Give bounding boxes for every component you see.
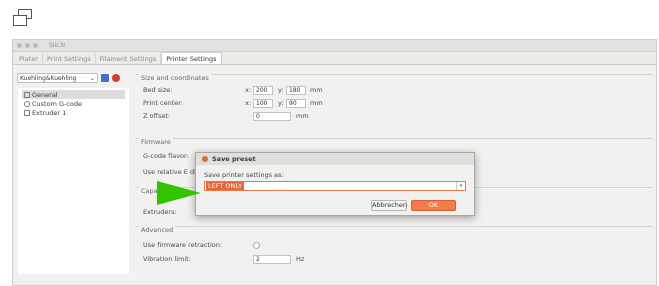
firmware-retraction-label: Use firmware retraction: <box>143 241 223 249</box>
save-preset-dialog: Save preset Save printer settings as: LE… <box>195 152 475 216</box>
center-unit: mm <box>310 99 323 107</box>
bed-y-label: y: <box>278 86 284 94</box>
extruders-label: Extruders: <box>143 208 177 216</box>
close-dialog-icon[interactable] <box>202 156 208 162</box>
preset-row: Kuehling&Kuehling ⌄ <box>15 69 132 87</box>
print-center-label: Print center: <box>143 99 184 107</box>
group-title: Advanced <box>139 226 176 234</box>
vibration-unit: Hz <box>296 255 305 263</box>
dialog-title-bar: Save preset <box>196 153 474 165</box>
z-offset-label: Z offset: <box>143 112 171 120</box>
tree-item-label: Extruder 1 <box>32 108 67 117</box>
tree-item-custom-gcode[interactable]: Custom G-code <box>22 99 125 108</box>
window-title: Slic3r <box>49 42 66 49</box>
tree-item-label: General <box>32 90 58 99</box>
dialog-prompt: Save printer settings as: <box>204 171 284 179</box>
gcode-flavor-label: G-code flavor: <box>143 152 189 160</box>
save-preset-icon[interactable] <box>101 74 109 82</box>
preset-name-value[interactable]: LEFT ONLY <box>206 182 245 190</box>
close-window-icon[interactable] <box>17 43 22 48</box>
tab-plater[interactable]: Plater <box>15 53 43 64</box>
vibration-limit-input[interactable]: 2 <box>253 255 291 264</box>
tree-item-label: Custom G-code <box>32 99 83 108</box>
center-y-input[interactable]: 90 <box>286 99 306 108</box>
bed-x-input[interactable]: 200 <box>253 86 273 95</box>
ok-button[interactable]: OK <box>411 200 456 211</box>
window-switch-icon[interactable] <box>12 8 34 28</box>
tab-print-settings[interactable]: Print Settings <box>43 53 96 64</box>
tab-printer-settings[interactable]: Printer Settings <box>161 52 222 64</box>
bed-x-label: x: <box>245 86 252 94</box>
tab-bar: Plater Print Settings Filament Settings … <box>13 52 656 65</box>
vibration-limit-label: Vibration limit: <box>143 255 191 263</box>
arrow-pointer-icon <box>157 181 201 205</box>
bed-size-label: Bed size: <box>143 86 173 94</box>
delete-preset-icon[interactable] <box>112 74 120 82</box>
cog-icon <box>24 100 30 107</box>
group-title: Size and coordinates <box>139 74 211 82</box>
z-offset-unit: mm <box>296 112 309 120</box>
window-front-shape <box>13 15 27 26</box>
bed-y-input[interactable]: 180 <box>286 86 306 95</box>
funnel-icon <box>24 109 30 116</box>
tree-item-extruder[interactable]: Extruder 1 <box>22 108 125 117</box>
cancel-button[interactable]: Abbrechen <box>371 200 407 211</box>
bed-unit: mm <box>310 86 323 94</box>
dialog-title: Save preset <box>212 155 256 163</box>
preset-select-value: Kuehling&Kuehling <box>20 74 77 82</box>
settings-tree: General Custom G-code Extruder 1 <box>18 88 129 274</box>
center-y-label: y: <box>278 99 284 107</box>
center-x-input[interactable]: 100 <box>253 99 273 108</box>
tree-item-general[interactable]: General <box>22 90 125 99</box>
sidebar: Kuehling&Kuehling ⌄ General Custom G-cod… <box>15 69 132 285</box>
tab-filament-settings[interactable]: Filament Settings <box>96 53 162 64</box>
firmware-retraction-checkbox[interactable] <box>253 242 260 249</box>
preset-select[interactable]: Kuehling&Kuehling ⌄ <box>17 73 98 83</box>
chevron-down-icon: ⌄ <box>89 74 95 82</box>
maximize-window-icon[interactable] <box>33 43 38 48</box>
group-size: Size and coordinates Bed size: x: 200 y:… <box>135 74 653 134</box>
printer-icon <box>24 91 30 98</box>
z-offset-input[interactable]: 0 <box>253 112 291 121</box>
preset-name-combo[interactable]: LEFT ONLY ▾ <box>204 181 466 191</box>
title-bar: Slic3r <box>13 40 656 52</box>
group-title: Firmware <box>139 138 173 146</box>
group-advanced: Advanced Use firmware retraction: Vibrat… <box>135 226 653 276</box>
center-x-label: x: <box>245 99 252 107</box>
minimize-window-icon[interactable] <box>25 43 30 48</box>
chevron-down-icon[interactable]: ▾ <box>456 182 465 190</box>
